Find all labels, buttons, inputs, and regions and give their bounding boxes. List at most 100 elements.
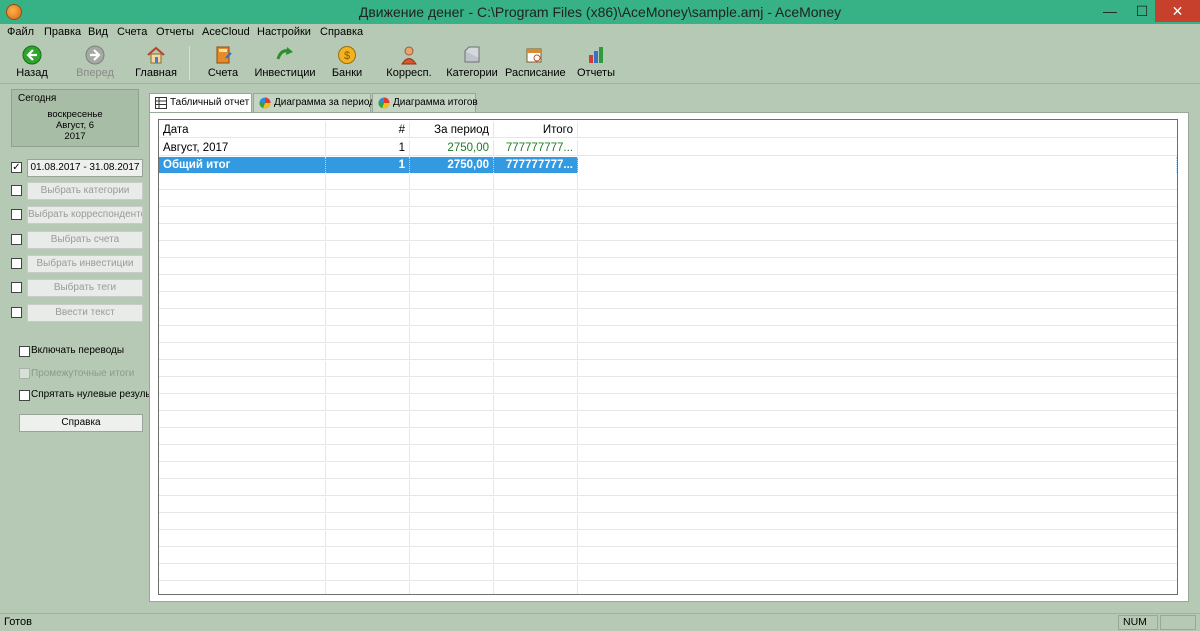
back-button[interactable]: Назад [12, 44, 52, 82]
empty-cell [326, 225, 410, 241]
empty-table-row [159, 344, 1177, 360]
empty-cell [410, 293, 494, 309]
forward-button[interactable]: Вперед [73, 44, 117, 82]
reports-button[interactable]: Отчеты [576, 44, 616, 82]
menu-reports[interactable]: Отчеты [156, 26, 194, 38]
payees-checkbox[interactable] [11, 209, 22, 220]
select-accounts-button[interactable]: Выбрать счета [27, 231, 143, 249]
report-panel: Дата # За период Итого Август, 2017 1 27… [149, 112, 1189, 602]
subtotals-checkbox[interactable] [19, 368, 30, 379]
empty-table-row [159, 463, 1177, 479]
maximize-button[interactable]: ☐ [1126, 0, 1158, 22]
help-button[interactable]: Справка [19, 414, 143, 432]
payees-button[interactable]: Корресп. [386, 44, 432, 82]
empty-cell [410, 378, 494, 394]
text-checkbox[interactable] [11, 307, 22, 318]
empty-cell [578, 378, 1177, 394]
empty-cell [159, 582, 326, 594]
today-box: Сегодня воскресенье Август, 6 2017 [11, 89, 139, 147]
empty-cell [410, 429, 494, 445]
tab-period-chart[interactable]: Диаграмма за период [253, 93, 375, 112]
tags-checkbox[interactable] [11, 282, 22, 293]
empty-cell [326, 463, 410, 479]
hide-zero-checkbox[interactable] [19, 390, 30, 401]
empty-cell [326, 191, 410, 207]
table-row[interactable]: Август, 2017 1 2750,00 777777777... [159, 140, 1177, 156]
empty-table-row [159, 310, 1177, 326]
empty-cell [326, 480, 410, 496]
enter-text-button[interactable]: Ввести текст [27, 304, 143, 322]
menu-view[interactable]: Вид [88, 26, 108, 38]
tab-totals-chart[interactable]: Диаграмма итогов [372, 93, 478, 112]
date-range-button[interactable]: 01.08.2017 - 31.08.2017 [27, 159, 143, 177]
empty-cell [159, 463, 326, 479]
select-investments-button[interactable]: Выбрать инвестиции [27, 255, 143, 273]
categories-checkbox[interactable] [11, 185, 22, 196]
empty-cell [578, 293, 1177, 309]
empty-cell [159, 480, 326, 496]
today-weekday: воскресенье [47, 109, 103, 120]
empty-cell [494, 225, 578, 241]
column-count[interactable]: # [326, 122, 410, 138]
empty-cell [159, 259, 326, 275]
empty-cell [159, 514, 326, 530]
select-tags-button[interactable]: Выбрать теги [27, 279, 143, 297]
empty-cell [494, 208, 578, 224]
column-date[interactable]: Дата [159, 122, 326, 138]
empty-table-row [159, 174, 1177, 190]
empty-cell [494, 191, 578, 207]
empty-table-row [159, 514, 1177, 530]
investments-checkbox[interactable] [11, 258, 22, 269]
schedule-button[interactable]: Расписание [505, 44, 566, 82]
close-button[interactable]: ✕ [1155, 0, 1200, 22]
row-filler [578, 140, 1177, 156]
grand-total-row[interactable]: Общий итог 1 2750,00 777777777... [159, 157, 1177, 173]
menu-acecloud[interactable]: AceCloud [202, 26, 250, 38]
empty-cell [410, 463, 494, 479]
row-count: 1 [326, 140, 410, 156]
cabinet-icon [464, 46, 480, 63]
empty-cell [578, 361, 1177, 377]
empty-cell [159, 395, 326, 411]
report-table[interactable]: Дата # За период Итого Август, 2017 1 27… [158, 119, 1178, 595]
categories-button[interactable]: Категории [446, 44, 498, 82]
empty-cell [410, 514, 494, 530]
select-categories-button[interactable]: Выбрать категории [27, 182, 143, 200]
empty-cell [410, 412, 494, 428]
empty-table-row [159, 276, 1177, 292]
empty-cell [326, 446, 410, 462]
date-range-checkbox[interactable]: ✓ [11, 162, 22, 173]
empty-cell [159, 378, 326, 394]
empty-table-row [159, 565, 1177, 581]
menu-help[interactable]: Справка [320, 26, 363, 38]
empty-cell [326, 259, 410, 275]
empty-cell [159, 344, 326, 360]
column-total[interactable]: Итого [494, 122, 578, 138]
empty-cell [159, 225, 326, 241]
select-payees-button[interactable]: Выбрать корреспондентов [27, 206, 143, 224]
empty-cell [410, 480, 494, 496]
empty-cell [326, 497, 410, 513]
menu-settings[interactable]: Настройки [257, 26, 311, 38]
column-period[interactable]: За период [410, 122, 494, 138]
include-transfers-checkbox[interactable] [19, 346, 30, 357]
menu-accounts[interactable]: Счета [117, 26, 147, 38]
tab-table-report[interactable]: Табличный отчет [149, 93, 252, 113]
home-button[interactable]: Главная [134, 44, 178, 82]
empty-cell [578, 514, 1177, 530]
investments-button[interactable]: Инвестиции [254, 44, 316, 82]
minimize-button[interactable]: — [1094, 0, 1126, 22]
menu-file[interactable]: Файл [7, 26, 34, 38]
coin-icon: $ [338, 46, 356, 64]
empty-table-row [159, 327, 1177, 343]
empty-cell [326, 310, 410, 326]
empty-cell [494, 310, 578, 326]
banks-button[interactable]: $ Банки [330, 44, 364, 82]
empty-cell [578, 174, 1177, 190]
empty-table-row [159, 480, 1177, 496]
toolbar: Назад Вперед Главная Счета Инвестиции $ … [0, 42, 1200, 84]
empty-cell [494, 242, 578, 258]
accounts-checkbox[interactable] [11, 234, 22, 245]
menu-edit[interactable]: Правка [44, 26, 81, 38]
accounts-button[interactable]: Счета [204, 44, 242, 82]
